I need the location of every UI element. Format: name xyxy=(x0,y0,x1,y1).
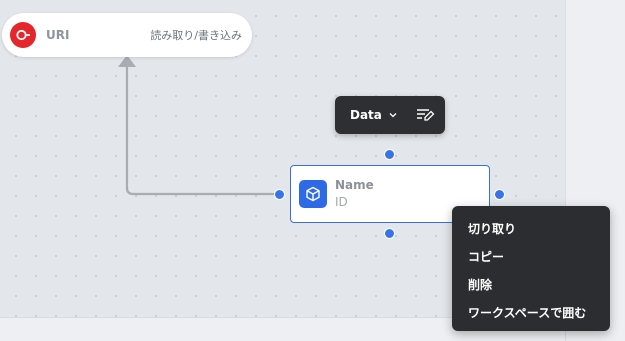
menu-item-wrap-in-workspace[interactable]: ワークスペースで囲む xyxy=(452,299,610,327)
node-text: Name ID xyxy=(335,177,374,211)
context-menu: 切り取り コピー 削除 ワークスペースで囲む xyxy=(452,206,610,331)
cube-icon xyxy=(299,180,327,208)
menu-item-delete[interactable]: 削除 xyxy=(452,271,610,299)
node-name: Name xyxy=(335,178,374,192)
uri-node-access: 読み取り/書き込み xyxy=(150,29,242,42)
handle-top[interactable] xyxy=(384,149,395,160)
menu-item-cut[interactable]: 切り取り xyxy=(452,215,610,243)
uri-node-name: URI xyxy=(46,28,70,42)
handle-left[interactable] xyxy=(274,189,285,200)
uri-circle-icon xyxy=(10,22,36,48)
handle-bottom[interactable] xyxy=(384,228,395,239)
workspace: URI 読み取り/書き込み Data Name ID 切り取り コピー 削除 ワ… xyxy=(0,0,625,341)
edit-lines-icon[interactable] xyxy=(415,106,435,124)
uri-node[interactable]: URI 読み取り/書き込み xyxy=(2,13,252,57)
node-id: ID xyxy=(335,195,348,209)
handle-right[interactable] xyxy=(494,189,505,200)
chevron-down-icon xyxy=(388,110,398,120)
node-toolbar: Data xyxy=(335,96,445,134)
type-dropdown[interactable]: Data xyxy=(350,108,398,122)
menu-item-copy[interactable]: コピー xyxy=(452,243,610,271)
type-dropdown-label: Data xyxy=(350,108,382,122)
